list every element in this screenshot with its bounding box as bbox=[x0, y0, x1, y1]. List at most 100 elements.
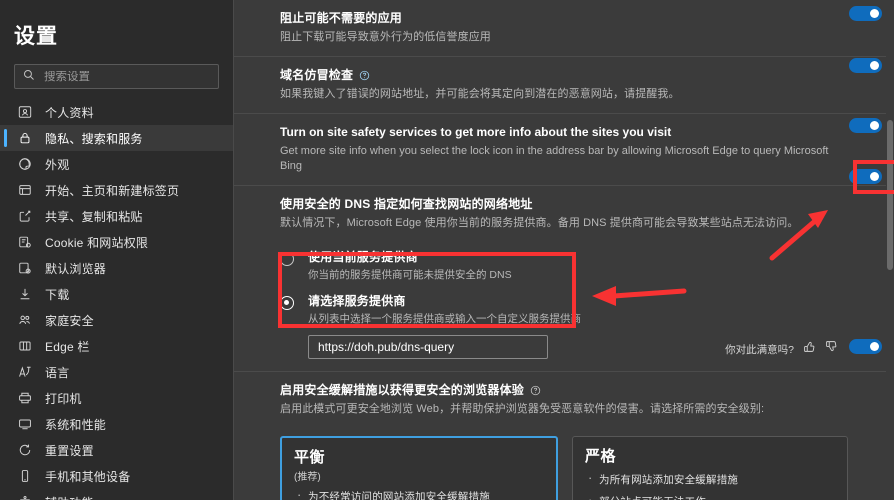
sidebar-item-share-copy-paste[interactable]: 共享、复制和粘贴 bbox=[0, 203, 233, 229]
sidebar-item-phone-other-devices[interactable]: 手机和其他设备 bbox=[0, 463, 233, 489]
settings-content-panel: 阻止可能不需要的应用 阻止下载可能导致意外行为的低信誉度应用 域名仿冒检查 如果… bbox=[234, 0, 894, 500]
settings-window: 设置 个人资料 bbox=[0, 0, 894, 500]
sidebar-item-label: 重置设置 bbox=[45, 443, 94, 458]
sidebar-item-label: 下载 bbox=[45, 287, 70, 302]
setting-title: 启用安全缓解措施以获得更安全的浏览器体验 bbox=[280, 383, 838, 398]
sidebar-item-label: 开始、主页和新建标签页 bbox=[45, 183, 180, 198]
toggle-site-safety-services[interactable] bbox=[849, 118, 882, 133]
radio-current-provider[interactable] bbox=[280, 252, 294, 266]
search-input[interactable] bbox=[44, 70, 210, 83]
list-item: 为所有网站添加安全缓解措施 bbox=[585, 471, 835, 487]
language-icon bbox=[16, 363, 34, 381]
start-home-newtab-icon bbox=[16, 181, 34, 199]
feedback-prompt: 你对此满意吗? bbox=[725, 343, 794, 356]
setting-row-block-unwanted-apps: 阻止可能不需要的应用 阻止下载可能导致意外行为的低信誉度应用 bbox=[234, 0, 894, 57]
security-level-card-strict[interactable]: 严格 为所有网站添加安全缓解措施 部分站点可能无法工作 阻止安全威胁 bbox=[572, 436, 848, 500]
sidebar-item-label: 辅助功能 bbox=[45, 494, 94, 500]
system-performance-icon bbox=[16, 415, 34, 433]
sidebar-item-privacy-search-services[interactable]: 隐私、搜索和服务 bbox=[0, 125, 233, 151]
setting-row-typo-protection: 域名仿冒检查 如果我键入了错误的网站地址，并可能会将其定向到潜在的恶意网站，请提… bbox=[234, 57, 894, 114]
dns-option-label: 请选择服务提供商 bbox=[308, 294, 406, 308]
dns-option-current-provider[interactable]: 使用当前服务提供商 你当前的服务提供商可能未提供安全的 DNS bbox=[280, 250, 848, 282]
sidebar-item-label: 手机和其他设备 bbox=[45, 469, 131, 484]
sidebar-item-system-performance[interactable]: 系统和性能 bbox=[0, 411, 233, 437]
sidebar-item-profile[interactable]: 个人资料 bbox=[0, 99, 233, 125]
card-bullet-list: 为所有网站添加安全缓解措施 部分站点可能无法工作 阻止安全威胁 bbox=[585, 471, 835, 500]
profile-icon bbox=[16, 103, 34, 121]
security-level-cards: 平衡 (推荐) 为不经常访问的网站添加安全缓解措施 大多数站点按预期工作 阻止安… bbox=[234, 428, 894, 500]
sidebar-item-start-home-newtab[interactable]: 开始、主页和新建标签页 bbox=[0, 177, 233, 203]
settings-sidebar: 设置 个人资料 bbox=[0, 0, 234, 500]
sidebar-item-cookies-site-permissions[interactable]: Cookie 和网站权限 bbox=[0, 229, 233, 255]
sidebar-item-languages[interactable]: 语言 bbox=[0, 359, 233, 385]
printer-icon bbox=[16, 389, 34, 407]
setting-row-secure-dns: 使用安全的 DNS 指定如何查找网站的网络地址 默认情况下，Microsoft … bbox=[234, 186, 894, 242]
setting-row-enhanced-security: 启用安全缓解措施以获得更安全的浏览器体验 启用此模式可更安全地浏览 Web，并帮… bbox=[234, 372, 894, 428]
sidebar-nav: 个人资料 隐私、搜索和服务 外观 开始、主页和新建标签页 共享、复制和粘贴 Co… bbox=[0, 99, 233, 500]
card-title: 严格 bbox=[585, 448, 617, 465]
setting-title: 使用安全的 DNS 指定如何查找网站的网络地址 bbox=[280, 197, 533, 211]
radio-choose-provider[interactable] bbox=[280, 296, 294, 310]
dns-option-subtitle: 你当前的服务提供商可能未提供安全的 DNS bbox=[308, 269, 512, 281]
toggle-block-unwanted-apps[interactable] bbox=[849, 6, 882, 21]
sidebar-item-family-safety[interactable]: 家庭安全 bbox=[0, 307, 233, 333]
setting-subtitle: 阻止下载可能导致意外行为的低信誉度应用 bbox=[280, 31, 491, 43]
search-icon bbox=[23, 68, 35, 86]
sidebar-item-label: 默认浏览器 bbox=[45, 261, 107, 276]
page-title: 设置 bbox=[14, 25, 58, 48]
share-copy-paste-icon bbox=[16, 207, 34, 225]
sidebar-item-reset-settings[interactable]: 重置设置 bbox=[0, 437, 233, 463]
setting-subtitle: 默认情况下，Microsoft Edge 使用你当前的服务提供商。备用 DNS … bbox=[280, 217, 799, 229]
toggle-secure-dns[interactable] bbox=[849, 169, 882, 184]
toggle-typo-protection[interactable] bbox=[849, 58, 882, 73]
help-circle-icon[interactable] bbox=[359, 70, 370, 81]
lock-shield-icon bbox=[16, 129, 34, 147]
sidebar-item-label: 个人资料 bbox=[45, 105, 94, 120]
sidebar-item-downloads[interactable]: 下载 bbox=[0, 281, 233, 307]
setting-row-site-safety-services: Turn on site safety services to get more… bbox=[234, 114, 894, 186]
default-browser-icon bbox=[16, 259, 34, 277]
thumbs-up-icon[interactable] bbox=[803, 340, 816, 358]
dns-option-subtitle: 从列表中选择一个服务提供商或输入一个自定义服务提供商 bbox=[308, 313, 581, 325]
sidebar-item-edge-bar[interactable]: Edge 栏 bbox=[0, 333, 233, 359]
cookie-permissions-icon bbox=[16, 233, 34, 251]
feedback-cluster: 你对此满意吗? bbox=[725, 340, 838, 358]
sidebar-item-printers[interactable]: 打印机 bbox=[0, 385, 233, 411]
security-level-card-balanced[interactable]: 平衡 (推荐) 为不经常访问的网站添加安全缓解措施 大多数站点按预期工作 阻止安… bbox=[280, 436, 558, 500]
family-safety-icon bbox=[16, 311, 34, 329]
dns-provider-input[interactable] bbox=[308, 335, 548, 359]
thumbs-down-icon[interactable] bbox=[825, 340, 838, 358]
list-item: 部分站点可能无法工作 bbox=[585, 493, 835, 500]
sidebar-item-label: 语言 bbox=[45, 365, 70, 380]
help-circle-icon[interactable] bbox=[530, 385, 541, 396]
accessibility-icon bbox=[16, 493, 34, 500]
setting-title: Turn on site safety services to get more… bbox=[280, 125, 672, 139]
sidebar-item-default-browser[interactable]: 默认浏览器 bbox=[0, 255, 233, 281]
content-scrollbar[interactable] bbox=[886, 0, 894, 500]
sidebar-item-label: Cookie 和网站权限 bbox=[45, 235, 149, 250]
card-recommended-note: (推荐) bbox=[294, 472, 321, 483]
setting-subtitle: Get more site info when you select the l… bbox=[280, 145, 829, 172]
setting-subtitle: 启用此模式可更安全地浏览 Web，并帮助保护浏览器免受恶意软件的侵害。请选择所需… bbox=[280, 403, 765, 415]
setting-subtitle: 如果我键入了错误的网站地址，并可能会将其定向到潜在的恶意网站，请提醒我。 bbox=[280, 88, 680, 100]
scrollbar-thumb[interactable] bbox=[887, 120, 893, 270]
card-title: 平衡 bbox=[294, 449, 326, 466]
search-box[interactable] bbox=[14, 64, 219, 89]
appearance-palette-icon bbox=[16, 155, 34, 173]
download-icon bbox=[16, 285, 34, 303]
setting-title-text: 启用安全缓解措施以获得更安全的浏览器体验 bbox=[280, 383, 525, 397]
sidebar-item-label: 隐私、搜索和服务 bbox=[45, 131, 143, 146]
sidebar-item-label: 外观 bbox=[45, 157, 70, 172]
setting-title: 域名仿冒检查 bbox=[280, 68, 838, 83]
sidebar-item-label: Edge 栏 bbox=[45, 339, 90, 354]
sidebar-item-label: 系统和性能 bbox=[45, 417, 107, 432]
sidebar-item-accessibility[interactable]: 辅助功能 bbox=[0, 489, 233, 500]
reset-icon bbox=[16, 441, 34, 459]
setting-title-text: 域名仿冒检查 bbox=[280, 68, 354, 82]
toggle-enhanced-security[interactable] bbox=[849, 339, 882, 354]
setting-title: 阻止可能不需要的应用 bbox=[280, 11, 403, 25]
sidebar-item-label: 打印机 bbox=[45, 391, 82, 406]
sidebar-item-appearance[interactable]: 外观 bbox=[0, 151, 233, 177]
phone-devices-icon bbox=[16, 467, 34, 485]
dns-option-label: 使用当前服务提供商 bbox=[308, 250, 418, 264]
